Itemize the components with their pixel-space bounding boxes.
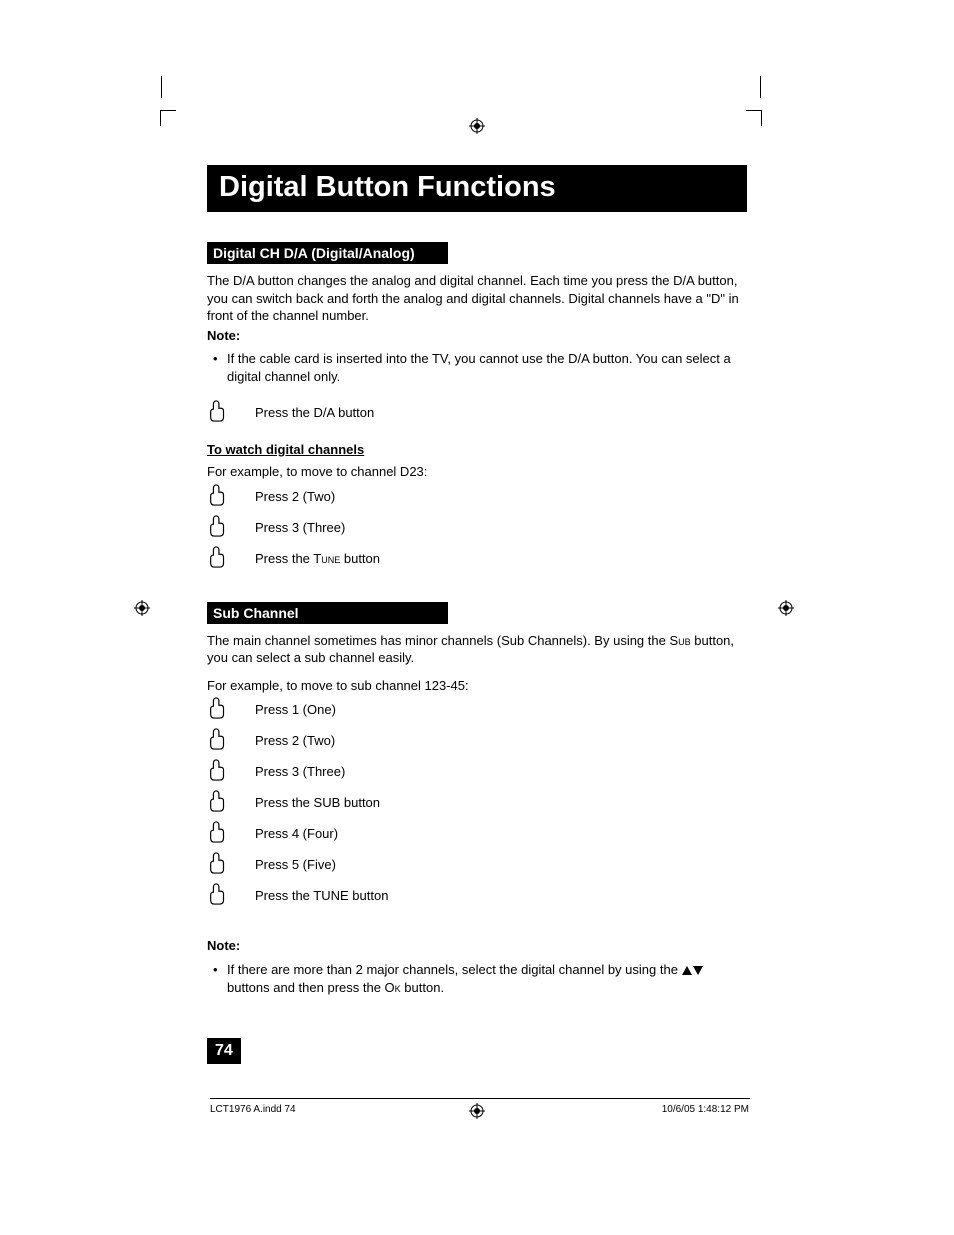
step-text: Press the TUNE button bbox=[255, 888, 388, 903]
step-text: Press the D/A button bbox=[255, 405, 374, 420]
section1-intro: The D/A button changes the analog and di… bbox=[207, 272, 747, 325]
step-row: Press the TUNE button bbox=[207, 882, 747, 909]
example-intro-1: For example, to move to channel D23: bbox=[207, 463, 747, 481]
step-row: Press 3 (Three) bbox=[207, 514, 747, 541]
down-arrow-icon bbox=[693, 966, 703, 975]
step-row: Press 1 (One) bbox=[207, 696, 747, 723]
step-text: Press 2 (Two) bbox=[255, 489, 335, 504]
step-row: Press 5 (Five) bbox=[207, 851, 747, 878]
step-row: Press 4 (Four) bbox=[207, 820, 747, 847]
footer-filename: LCT1976 A.indd 74 bbox=[210, 1104, 296, 1115]
step-text: Press the SUB button bbox=[255, 795, 380, 810]
crop-mark bbox=[746, 110, 762, 126]
crop-mark bbox=[160, 110, 176, 126]
step-text: Press 5 (Five) bbox=[255, 857, 336, 872]
note-bullet: • If the cable card is inserted into the… bbox=[213, 350, 747, 385]
page-title: Digital Button Functions bbox=[207, 165, 747, 212]
registration-mark-icon bbox=[134, 600, 150, 616]
registration-mark-icon bbox=[469, 1103, 485, 1119]
step-row: Press the SUB button bbox=[207, 789, 747, 816]
sub-heading-watch-digital: To watch digital channels bbox=[207, 442, 747, 457]
note-text: If there are more than 2 major channels,… bbox=[227, 961, 747, 996]
page-number: 74 bbox=[207, 1038, 241, 1064]
step-row: Press 3 (Three) bbox=[207, 758, 747, 785]
press-hand-icon bbox=[207, 851, 255, 878]
step-text: Press the Tune button bbox=[255, 551, 380, 566]
step-text: Press 4 (Four) bbox=[255, 826, 338, 841]
step-text: Press 3 (Three) bbox=[255, 520, 345, 535]
press-hand-icon bbox=[207, 696, 255, 723]
note-label: Note: bbox=[207, 937, 747, 955]
note-label: Note: bbox=[207, 327, 747, 345]
section-heading-digital-ch: Digital CH D/A (Digital/Analog) bbox=[207, 242, 448, 264]
example-intro-2: For example, to move to sub channel 123-… bbox=[207, 677, 747, 695]
bullet-dot-icon: • bbox=[213, 961, 227, 996]
press-hand-icon bbox=[207, 399, 255, 426]
step-row: Press the Tune button bbox=[207, 545, 747, 572]
press-hand-icon bbox=[207, 820, 255, 847]
press-hand-icon bbox=[207, 727, 255, 754]
press-hand-icon bbox=[207, 758, 255, 785]
step-row: Press the D/A button bbox=[207, 399, 747, 426]
press-hand-icon bbox=[207, 545, 255, 572]
press-hand-icon bbox=[207, 882, 255, 909]
registration-mark-icon bbox=[778, 600, 794, 616]
section2-intro: The main channel sometimes has minor cha… bbox=[207, 632, 747, 667]
step-text: Press 1 (One) bbox=[255, 702, 336, 717]
note-bullet: • If there are more than 2 major channel… bbox=[213, 961, 747, 996]
press-hand-icon bbox=[207, 789, 255, 816]
step-row: Press 2 (Two) bbox=[207, 483, 747, 510]
step-text: Press 2 (Two) bbox=[255, 733, 335, 748]
section-heading-sub-channel: Sub Channel bbox=[207, 602, 448, 624]
press-hand-icon bbox=[207, 514, 255, 541]
bullet-dot-icon: • bbox=[213, 350, 227, 385]
footer-rule bbox=[210, 1098, 750, 1099]
footer-timestamp: 10/6/05 1:48:12 PM bbox=[662, 1104, 749, 1115]
note-text: If the cable card is inserted into the T… bbox=[227, 350, 747, 385]
page-content: Digital Button Functions Digital CH D/A … bbox=[207, 165, 747, 1006]
step-text: Press 3 (Three) bbox=[255, 764, 345, 779]
step-row: Press 2 (Two) bbox=[207, 727, 747, 754]
up-arrow-icon bbox=[682, 966, 692, 975]
registration-mark-icon bbox=[469, 118, 485, 134]
press-hand-icon bbox=[207, 483, 255, 510]
